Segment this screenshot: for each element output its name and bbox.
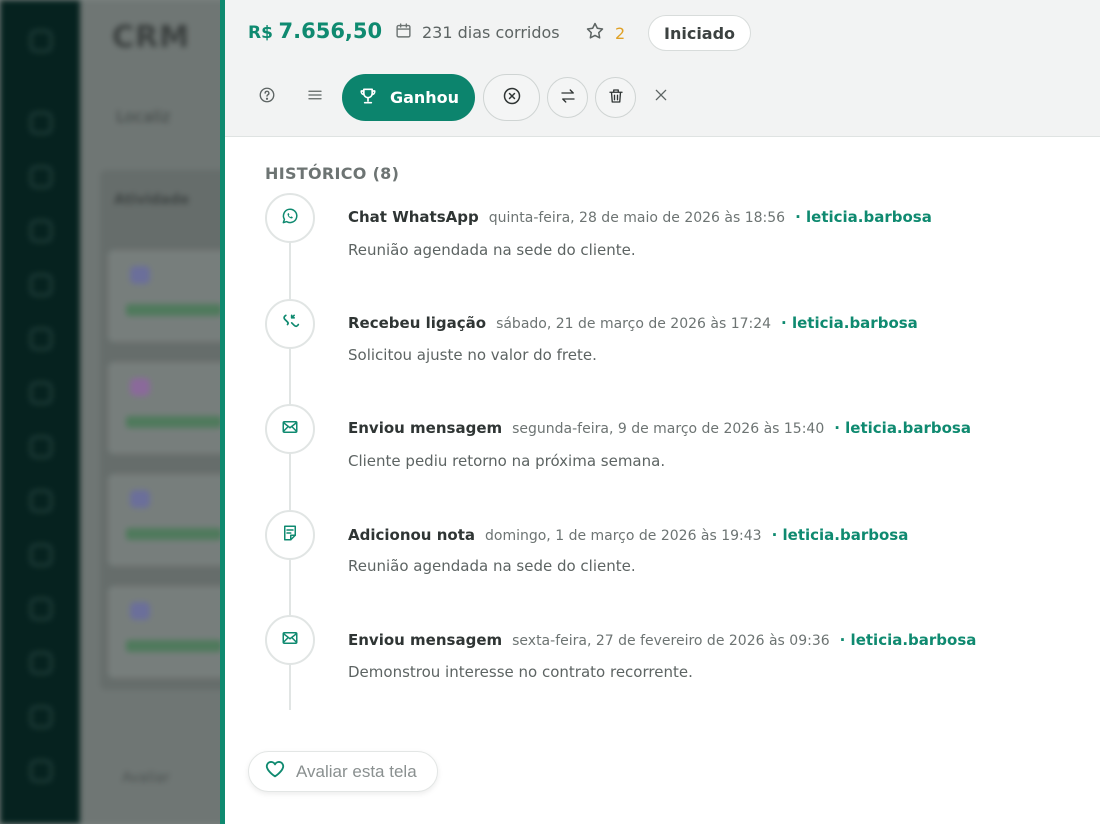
- drawer-header: R$ 7.656,50 231 dias corridos 2 Iniciado: [225, 0, 1100, 137]
- menu-icon: [306, 86, 324, 108]
- kanban-card: [108, 362, 230, 454]
- history-item-description: Reunião agendada na sede do cliente.: [348, 241, 636, 259]
- phone-incoming-icon: [280, 312, 300, 336]
- close-icon: [653, 87, 669, 107]
- history-item-icon: [265, 299, 315, 349]
- rail-share-icon: [30, 760, 52, 782]
- kanban-column-title: Atividade: [114, 192, 190, 208]
- rating[interactable]: 2: [585, 21, 625, 45]
- help-icon: [258, 86, 276, 108]
- history-item-type: Recebeu ligação: [348, 314, 487, 332]
- close-button[interactable]: [649, 85, 673, 109]
- trash-icon: [607, 87, 625, 109]
- history-item-type: Adicionou nota: [348, 526, 475, 544]
- menu-button[interactable]: [303, 85, 327, 109]
- rate-screen-label: Avaliar esta tela: [296, 761, 417, 781]
- history-item-description: Solicitou ajuste no valor do frete.: [348, 346, 597, 364]
- rail-grid-icon: [30, 166, 52, 188]
- note-icon: [281, 524, 299, 546]
- history-item-header: Recebeu ligação sábado, 21 de março de 2…: [348, 314, 918, 332]
- lost-button[interactable]: [483, 74, 540, 121]
- mail-icon: [281, 418, 299, 440]
- transfer-button[interactable]: [547, 77, 588, 118]
- rail-settings-icon: [30, 706, 52, 728]
- history-title: HISTÓRICO (8): [265, 164, 400, 183]
- history-item-user[interactable]: · leticia.barbosa: [795, 208, 932, 226]
- deal-amount: 7.656,50: [278, 19, 383, 43]
- trophy-icon: [358, 86, 378, 110]
- rate-screen-button[interactable]: Avaliar esta tela: [248, 751, 438, 792]
- elapsed-days: 231 dias corridos: [395, 22, 560, 43]
- history-item-icon: [265, 615, 315, 665]
- history-item-header: Enviou mensagem sexta-feira, 27 de fever…: [348, 631, 976, 649]
- calendar-icon: [395, 22, 412, 43]
- history-item-date: sábado, 21 de março de 2026 às 17:24: [496, 316, 772, 332]
- history-item-user[interactable]: · leticia.barbosa: [781, 314, 918, 332]
- swap-icon: [559, 87, 577, 109]
- history-item-header: Adicionou nota domingo, 1 de março de 20…: [348, 526, 908, 544]
- history-item-user[interactable]: · leticia.barbosa: [772, 526, 909, 544]
- history-item-header: Enviou mensagem segunda-feira, 9 de març…: [348, 419, 971, 437]
- help-button[interactable]: [255, 85, 279, 109]
- rail-mail-icon: [30, 490, 52, 512]
- history-item-type: Enviou mensagem: [348, 419, 503, 437]
- rail-menu-icon: [30, 30, 52, 52]
- app-title: CRM: [112, 20, 190, 55]
- history-item-user[interactable]: · leticia.barbosa: [834, 419, 971, 437]
- rail-card-icon: [30, 436, 52, 458]
- rail-users-icon: [30, 220, 52, 242]
- history-item-icon: [265, 510, 315, 560]
- history-item-description: Reunião agendada na sede do cliente.: [348, 557, 636, 575]
- won-button[interactable]: Ganhou: [342, 74, 475, 121]
- delete-button[interactable]: [595, 77, 636, 118]
- kanban-card: [108, 250, 230, 342]
- history-item-date: quinta-feira, 28 de maio de 2026 às 18:5…: [488, 210, 786, 226]
- star-icon: [585, 21, 605, 45]
- mail-icon: [281, 629, 299, 651]
- history-item-description: Cliente pediu retorno na próxima semana.: [348, 452, 666, 470]
- currency-symbol: R$: [248, 23, 273, 43]
- x-circle-icon: [502, 86, 522, 110]
- history-item-date: segunda-feira, 9 de março de 2026 às 15:…: [512, 421, 825, 437]
- background-footer-text: Avaliar: [122, 770, 170, 786]
- history-item-date: domingo, 1 de março de 2026 às 19:43: [485, 528, 762, 544]
- won-button-label: Ganhou: [389, 88, 460, 107]
- filter-label: Localiz: [116, 107, 171, 126]
- sidebar-rail: [0, 0, 80, 824]
- history-item-type: Enviou mensagem: [348, 631, 503, 649]
- rail-home-icon: [30, 112, 52, 134]
- elapsed-days-text: 231 dias corridos: [422, 23, 560, 42]
- history-item-icon: [265, 404, 315, 454]
- rail-edit-icon: [30, 382, 52, 404]
- rail-folder-icon: [30, 328, 52, 350]
- deal-drawer: R$ 7.656,50 231 dias corridos 2 Iniciado: [220, 0, 1100, 824]
- history-item-user[interactable]: · leticia.barbosa: [840, 631, 977, 649]
- rail-box-icon: [30, 544, 52, 566]
- rail-building-icon: [30, 274, 52, 296]
- rail-chart-icon: [30, 652, 52, 674]
- history-item-date: sexta-feira, 27 de fevereiro de 2026 às …: [512, 633, 830, 649]
- history-item-description: Demonstrou interesse no contrato recorre…: [348, 663, 693, 681]
- rail-archive-icon: [30, 598, 52, 620]
- deal-value: R$ 7.656,50: [248, 19, 382, 43]
- kanban-card: [108, 586, 230, 678]
- heart-icon: [264, 758, 286, 785]
- history-item-header: Chat WhatsApp quinta-feira, 28 de maio d…: [348, 208, 932, 226]
- rating-value: 2: [615, 23, 626, 43]
- status-badge[interactable]: Iniciado: [648, 15, 752, 51]
- history-item-type: Chat WhatsApp: [348, 208, 479, 226]
- whatsapp-icon: [280, 206, 300, 230]
- history-item-icon: [265, 193, 315, 243]
- kanban-card: [108, 474, 230, 566]
